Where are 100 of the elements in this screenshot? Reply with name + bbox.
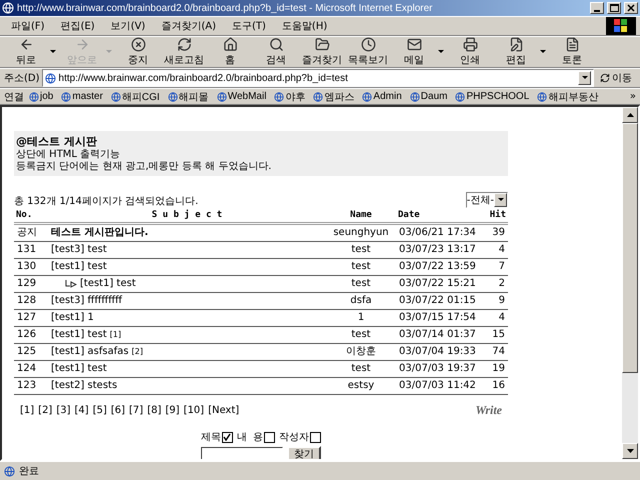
page-icon — [455, 92, 466, 102]
link-item[interactable]: 야후 — [271, 90, 308, 104]
write-link[interactable]: Write — [476, 403, 502, 418]
table-cell[interactable]: [test1] 1 — [48, 310, 326, 327]
page-link[interactable]: [5] — [92, 405, 107, 416]
column-header: Date — [396, 208, 478, 225]
category-select[interactable]: -전체- — [466, 192, 508, 208]
dropdown-button[interactable] — [578, 71, 591, 85]
menu-item[interactable]: 편집(E) — [54, 18, 102, 34]
link-item[interactable]: 해피부동산 — [534, 90, 602, 104]
dropdown-button[interactable] — [494, 193, 507, 207]
scroll-down-button[interactable] — [622, 443, 638, 459]
go-button[interactable]: 이동 — [596, 71, 636, 85]
checkbox[interactable] — [310, 432, 322, 442]
search-option[interactable]: 작성자 — [279, 430, 322, 444]
table-cell: dsfa — [326, 293, 396, 310]
arrow-icon — [600, 73, 610, 83]
more-links[interactable]: » — [630, 91, 636, 102]
menu-item[interactable]: 보기(V) — [104, 18, 152, 34]
table-cell: estsy — [326, 378, 396, 395]
refresh-icon — [176, 37, 192, 52]
table-cell[interactable]: [test1] test — [48, 259, 326, 276]
search-button[interactable]: 찾기 — [287, 446, 321, 459]
page-link[interactable]: [2] — [38, 405, 52, 416]
toolbar-button[interactable]: 토론 — [550, 37, 594, 67]
toolbar-button[interactable]: 뒤로 — [4, 37, 48, 67]
checkbox[interactable] — [222, 432, 233, 442]
search-field[interactable] — [201, 446, 283, 459]
toolbar-button[interactable]: 인쇄 — [448, 37, 492, 67]
table-cell: 128 — [14, 293, 48, 310]
menu-item[interactable]: 도구(T) — [225, 18, 273, 34]
scrollbar[interactable] — [622, 107, 638, 459]
table-cell: 19 — [478, 361, 508, 378]
caret-icon[interactable] — [50, 48, 58, 56]
table-cell[interactable]: [test1] test — [48, 276, 326, 293]
toolbar-button[interactable]: 검색 — [254, 37, 298, 67]
clock-icon — [360, 37, 376, 52]
page-link[interactable]: [4] — [74, 405, 89, 416]
table-cell: 7 — [478, 259, 508, 276]
table-cell[interactable]: [test3] ffffffffff — [48, 293, 326, 310]
page-link[interactable]: [8] — [147, 405, 162, 416]
next-link[interactable]: [Next] — [208, 405, 240, 416]
page-link[interactable]: [9] — [165, 405, 180, 416]
page-link[interactable]: [1] — [20, 405, 34, 416]
page-icon — [410, 92, 420, 102]
column-header: No. — [14, 208, 48, 225]
table-cell[interactable]: [test1] test — [48, 361, 326, 378]
link-item[interactable]: 해피몰 — [164, 90, 212, 104]
page-icon — [537, 92, 548, 102]
table-cell: 129 — [14, 276, 48, 293]
checkbox[interactable] — [264, 432, 276, 442]
table-cell: 03/07/22 13:59 — [396, 259, 478, 276]
page-link[interactable]: [6] — [110, 405, 126, 416]
board-description: 등록금지 단어에는 현재 광고,메롱만 등록 해 두었습니다. — [16, 161, 272, 173]
toolbar-button[interactable]: 즐겨찾기 — [300, 37, 344, 67]
table-cell: test — [326, 276, 396, 293]
link-item[interactable]: 해피CGI — [108, 90, 163, 104]
table-cell: 이창훈 — [326, 344, 396, 361]
table-cell[interactable]: [test3] test — [48, 242, 326, 259]
close-button[interactable] — [624, 2, 638, 14]
toolbar-button[interactable]: 목록보기 — [346, 37, 390, 67]
maximize-button[interactable] — [607, 2, 621, 14]
toolbar-button[interactable]: 새로고침 — [162, 37, 206, 67]
toolbar-button[interactable]: 편집 — [494, 37, 538, 67]
column-header: Name — [326, 208, 396, 225]
maximize-icon — [610, 4, 618, 12]
table-cell[interactable]: 테스트 게시판입니다. — [48, 225, 326, 242]
page-link[interactable]: [3] — [56, 405, 71, 416]
toolbar-button[interactable]: 메일 — [392, 37, 436, 67]
link-item[interactable]: 엠파스 — [310, 90, 358, 104]
search-option[interactable]: 제목 — [200, 430, 233, 444]
minimize-button[interactable] — [590, 2, 604, 14]
page-link[interactable]: [10] — [184, 405, 204, 416]
table-cell: 03/07/03 19:37 — [396, 361, 478, 378]
link-item[interactable]: WebMail — [214, 91, 270, 102]
menu-item[interactable]: 도움말(H) — [274, 18, 334, 34]
link-item[interactable]: Daum — [406, 91, 450, 102]
table-cell[interactable]: [test2] stests — [48, 378, 326, 395]
menu-item[interactable]: 즐겨찾기(A) — [154, 18, 223, 34]
toolbar-button[interactable]: 중지 — [116, 37, 160, 67]
close-icon — [627, 4, 635, 12]
toolbar-button[interactable]: 홈 — [208, 37, 252, 67]
table-cell: 03/07/22 15:21 — [396, 276, 478, 293]
browser-icon — [2, 2, 14, 14]
caret-icon[interactable] — [540, 48, 548, 56]
page-link[interactable]: [7] — [129, 405, 144, 416]
link-item[interactable]: PHPSCHOOL — [452, 91, 532, 102]
table-cell: 9 — [478, 293, 508, 310]
link-item[interactable]: Admin — [359, 91, 405, 102]
search-option[interactable]: 내 용 — [236, 430, 276, 444]
menu-item[interactable]: 파일(F) — [4, 18, 52, 34]
table-cell[interactable]: [test1] test [1] — [48, 327, 326, 344]
table-cell: test — [326, 259, 396, 276]
link-item[interactable]: job — [26, 91, 56, 102]
address-field[interactable]: http://www.brainwar.com/brainboard2.0/brainboard.php?b_id=test — [42, 69, 594, 87]
caret-icon[interactable] — [438, 48, 446, 56]
table-cell[interactable]: [test1] asfsafas [2] — [48, 344, 326, 361]
scroll-up-button[interactable] — [622, 107, 638, 123]
table-cell: test — [326, 242, 396, 259]
link-item[interactable]: master — [58, 91, 106, 102]
